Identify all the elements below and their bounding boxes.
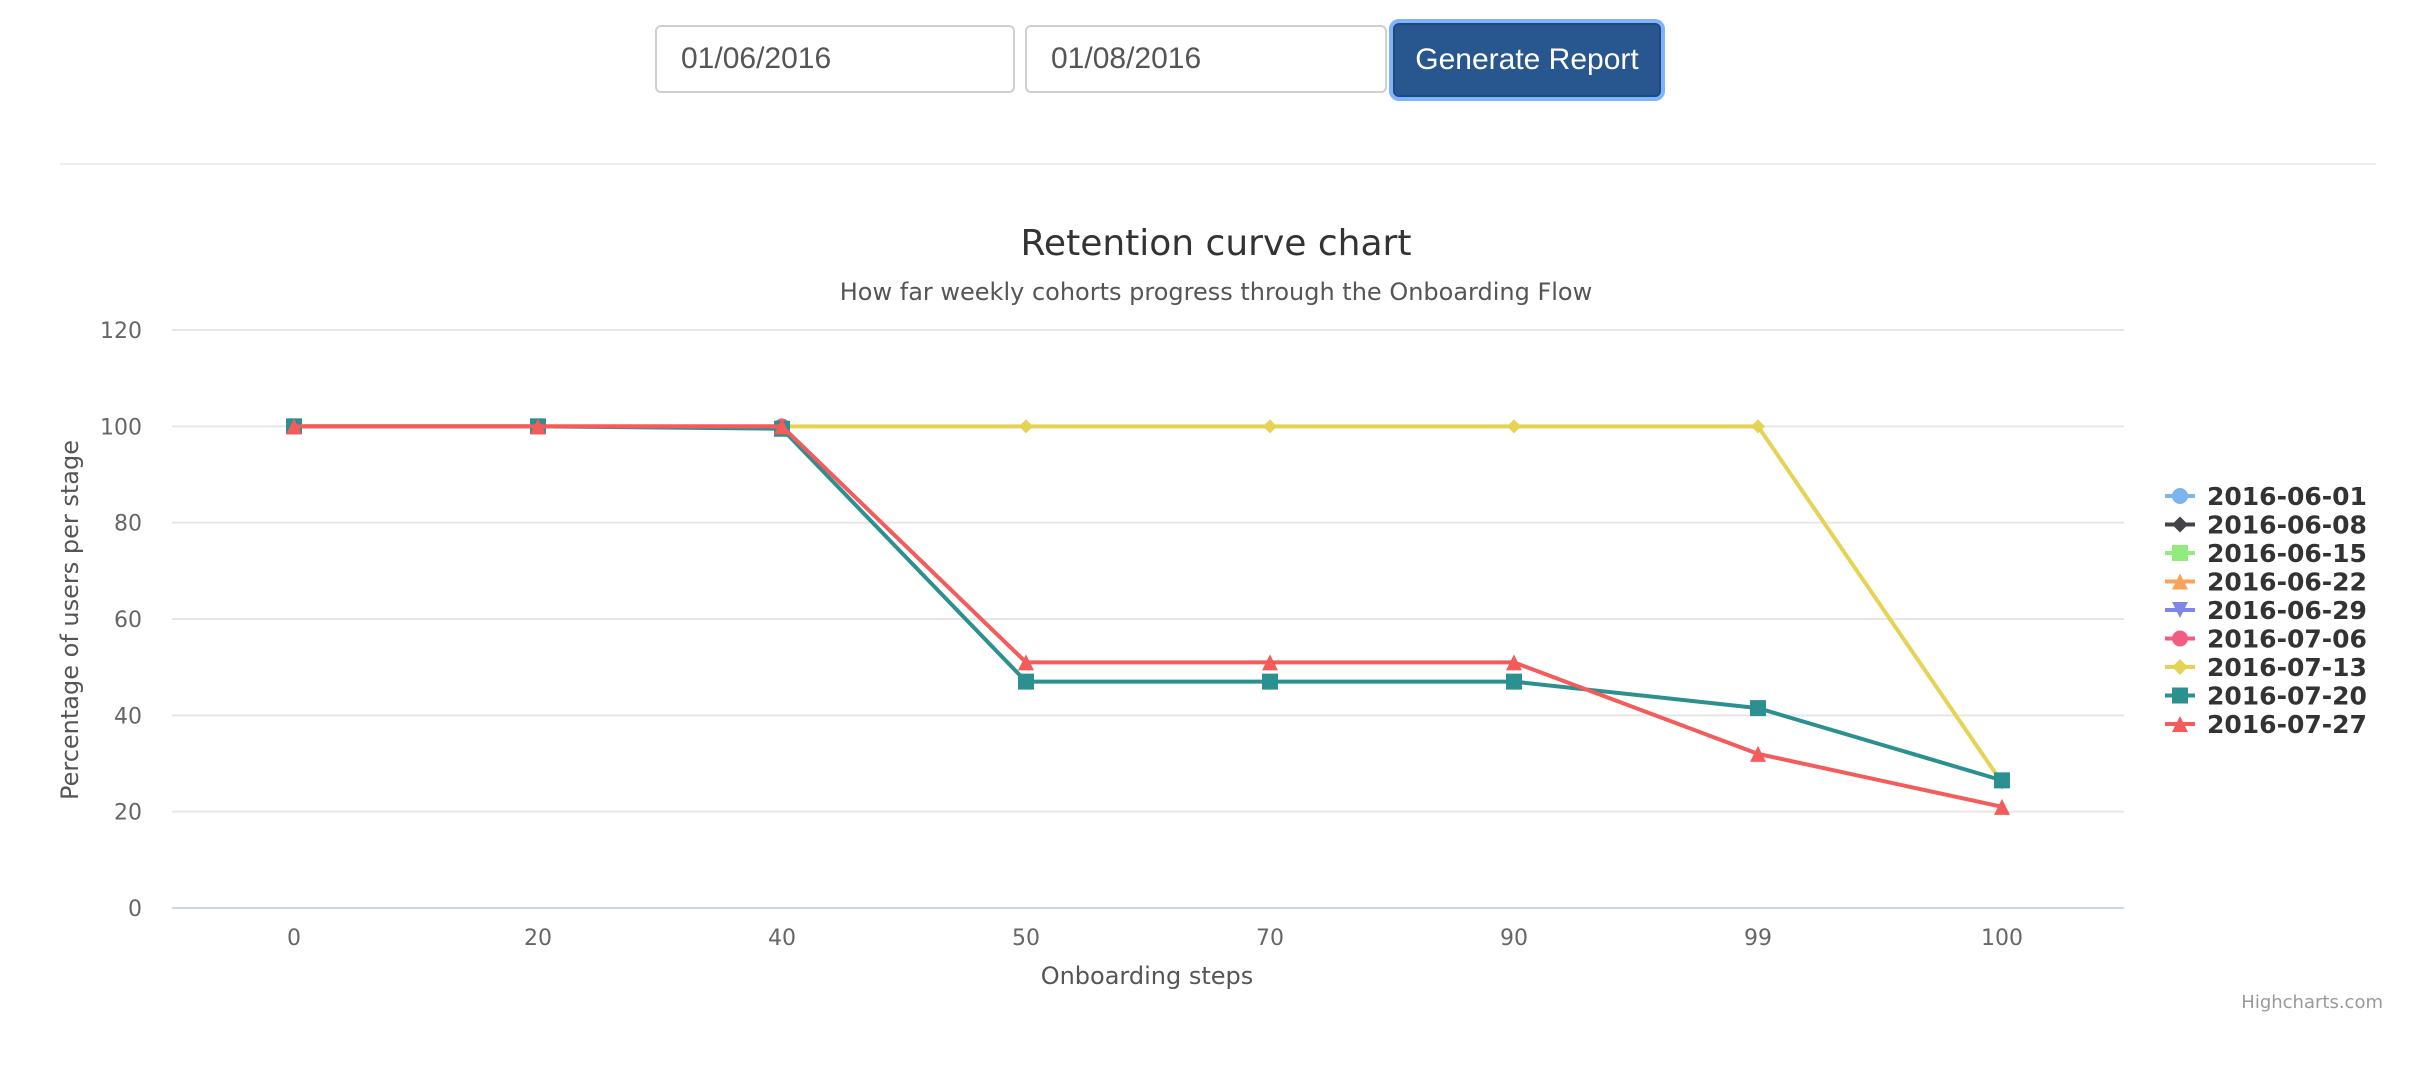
series (286, 418, 2010, 815)
data-point (1262, 673, 1278, 690)
legend-label: 2016-07-20 (2207, 682, 2367, 711)
legend-item[interactable]: 2016-06-01 (2165, 482, 2367, 511)
data-point (1750, 700, 1766, 717)
legend-item[interactable]: 2016-06-29 (2165, 596, 2367, 625)
x-tick-label: 50 (1012, 926, 1040, 951)
y-tick-label: 40 (114, 704, 142, 729)
series-line (292, 424, 2004, 809)
series-2016-07-27 (286, 418, 2010, 815)
legend-label: 2016-06-08 (2207, 511, 2367, 540)
legend-item[interactable]: 2016-06-08 (2165, 511, 2367, 540)
legend-item[interactable]: 2016-07-20 (2165, 682, 2367, 711)
legend-label: 2016-06-22 (2207, 568, 2367, 597)
x-tick-label: 90 (1500, 926, 1528, 951)
x-axis-title: Onboarding steps (1041, 962, 1254, 990)
legend-symbol (2172, 659, 2188, 675)
series-2016-07-13 (287, 419, 2009, 790)
legend-symbol (2172, 488, 2188, 504)
retention-chart: Retention curve chart How far weekly coh… (56, 223, 2383, 1013)
legend-label: 2016-07-06 (2207, 625, 2367, 654)
y-tick-label: 80 (114, 512, 142, 537)
x-tick-label: 70 (1256, 926, 1284, 951)
series-line (292, 424, 2004, 783)
legend-item[interactable]: 2016-07-06 (2165, 625, 2367, 654)
grid (172, 329, 2124, 813)
series-2016-07-20 (286, 418, 2010, 789)
legend-label: 2016-07-13 (2207, 653, 2367, 682)
legend-label: 2016-07-27 (2207, 710, 2367, 739)
data-point (1507, 419, 1521, 434)
legend-item[interactable]: 2016-06-22 (2165, 568, 2367, 597)
data-point (1994, 772, 2010, 789)
legend-label: 2016-06-15 (2207, 539, 2367, 568)
legend-item[interactable]: 2016-07-27 (2165, 710, 2367, 739)
x-tick-label: 20 (524, 926, 552, 951)
chart-subtitle: How far weekly cohorts progress through … (840, 278, 1593, 306)
series-line (292, 424, 2004, 785)
page: Generate Report Retention curve chart Ho… (0, 0, 2430, 1092)
legend-item[interactable]: 2016-06-15 (2165, 539, 2367, 568)
y-tick-label: 100 (100, 415, 142, 440)
legend-symbol (2172, 545, 2188, 561)
axes: 0 20 40 60 80 100 120 0 20 40 50 70 90 99 100 (100, 319, 2124, 951)
data-point (1263, 419, 1277, 434)
legend-symbol (2172, 630, 2188, 647)
legend-symbol (2172, 516, 2188, 533)
y-tick-label: 0 (128, 897, 142, 922)
data-point (1019, 419, 1033, 434)
legend-label: 2016-06-01 (2207, 482, 2367, 511)
legend[interactable]: 2016-06-012016-06-082016-06-152016-06-22… (2165, 482, 2367, 739)
chart-title: Retention curve chart (1021, 223, 1412, 264)
y-axis-title: Percentage of users per stage (56, 440, 84, 800)
legend-label: 2016-06-29 (2207, 596, 2367, 625)
y-tick-label: 60 (114, 608, 142, 633)
x-tick-label: 99 (1744, 926, 1772, 951)
y-tick-label: 120 (100, 319, 142, 344)
data-point (1018, 673, 1034, 690)
x-tick-label: 0 (287, 926, 301, 951)
x-tick-label: 100 (1981, 926, 2023, 951)
legend-symbol (2172, 687, 2188, 704)
y-tick-label: 20 (114, 801, 142, 826)
x-tick-label: 40 (768, 926, 796, 951)
legend-item[interactable]: 2016-07-13 (2165, 653, 2367, 682)
credits-link[interactable]: Highcharts.com (2241, 992, 2383, 1013)
data-point (1506, 673, 1522, 690)
